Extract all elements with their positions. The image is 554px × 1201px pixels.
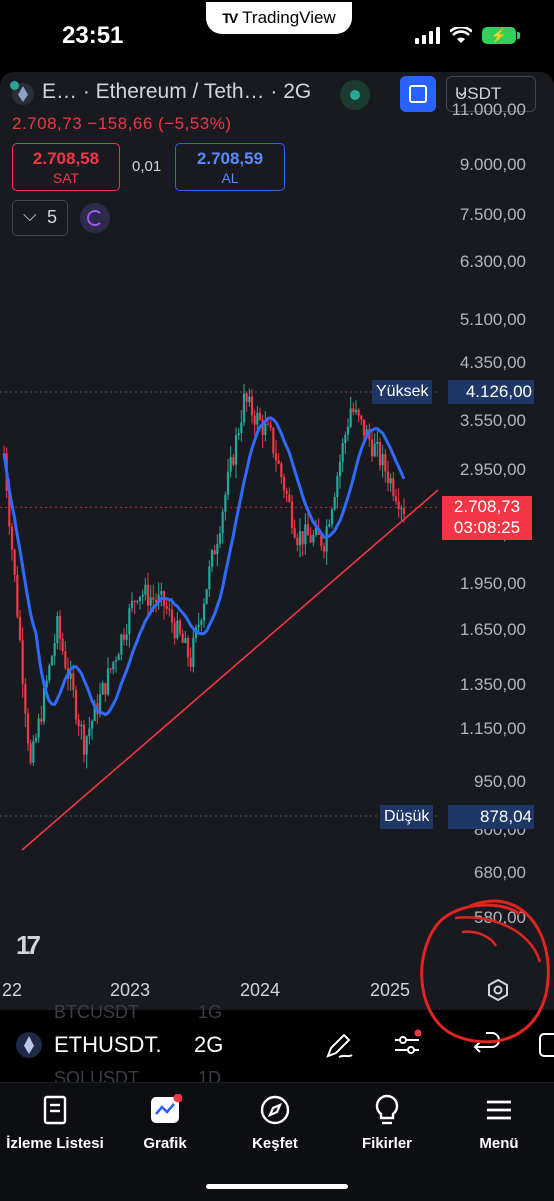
- watchlist-icon: [43, 1095, 67, 1125]
- chart-icon: [151, 1094, 182, 1123]
- nav-ideas[interactable]: Fikirler: [332, 1093, 442, 1152]
- nav-explore[interactable]: Keşfet: [220, 1093, 330, 1152]
- nav-label-explore: Keşfet: [252, 1135, 298, 1152]
- hand-drawn-circle-annotation: [420, 899, 550, 1044]
- nav-label-chart: Grafik: [143, 1135, 187, 1152]
- compass-icon: [260, 1095, 290, 1125]
- nav-label-ideas: Fikirler: [361, 1135, 413, 1152]
- home-indicator: [206, 1184, 348, 1189]
- nav-label-menu: Menü: [479, 1135, 519, 1152]
- lightbulb-icon: [375, 1094, 399, 1125]
- nav-chart[interactable]: Grafik: [110, 1093, 220, 1152]
- nav-menu[interactable]: Menü: [444, 1093, 554, 1152]
- hamburger-menu-icon: [487, 1100, 511, 1120]
- nav-label-watchlist: İzleme Listesi: [6, 1135, 104, 1152]
- nav-watchlist[interactable]: İzleme Listesi: [0, 1093, 110, 1152]
